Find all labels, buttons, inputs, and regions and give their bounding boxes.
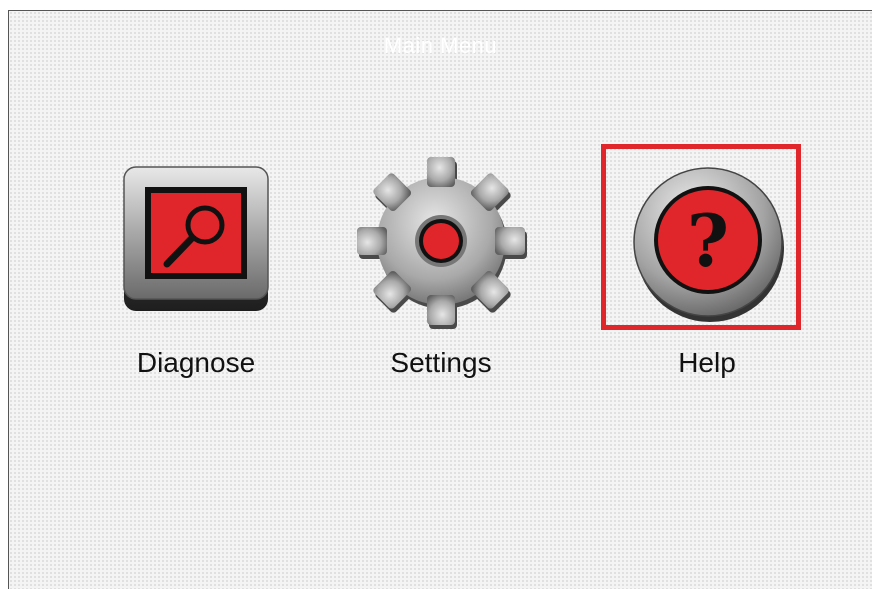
diagnose-tile (81, 151, 311, 341)
settings-tile (326, 151, 556, 341)
main-menu-screen: Main Menu Diagnose Settings ? Help (8, 10, 872, 589)
selection-highlight (601, 144, 801, 330)
menu-label-help: Help (678, 347, 736, 378)
menu-label-diagnose: Diagnose (136, 347, 256, 378)
magnifier-icon (123, 166, 269, 311)
gear-icon (357, 157, 527, 329)
menu-item-diagnose[interactable]: Diagnose (81, 151, 311, 391)
menu-label-settings: Settings (390, 347, 492, 378)
screen-title: Main Menu (383, 33, 498, 58)
menu-item-settings[interactable]: Settings (326, 151, 556, 391)
